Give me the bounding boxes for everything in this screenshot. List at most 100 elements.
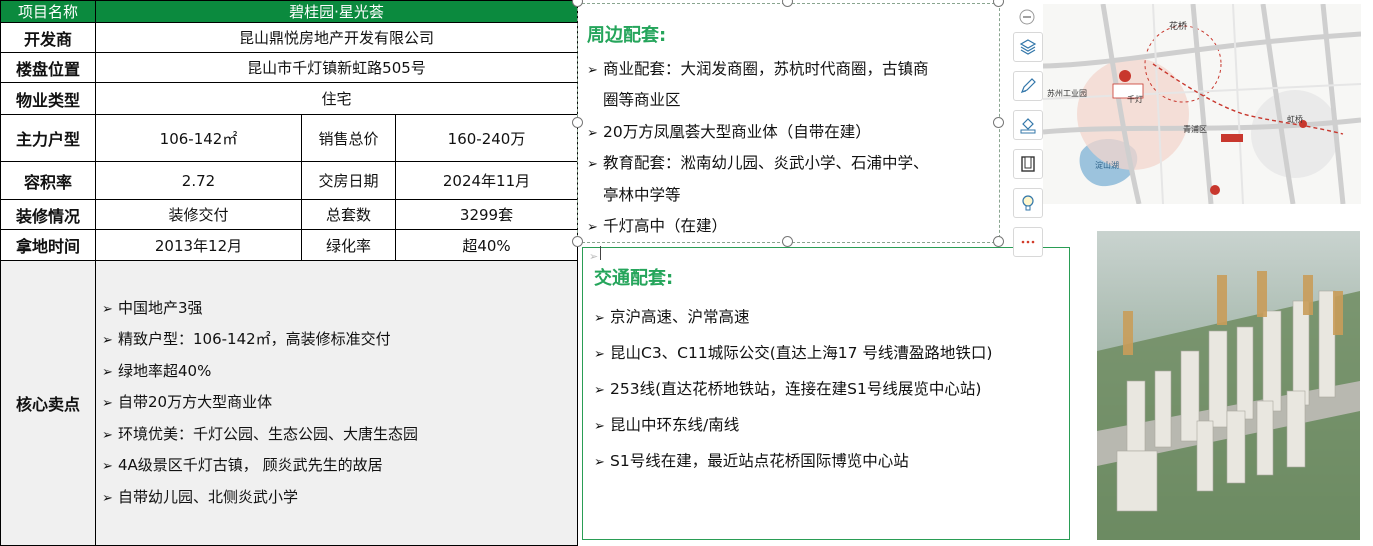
table-row: 楼盘位置 昆山市千灯镇新虹路505号 <box>0 52 578 83</box>
green-rate-value: 超40% <box>395 229 578 261</box>
list-item: 圈等商业区 <box>587 85 929 116</box>
far-value: 2.72 <box>95 161 302 200</box>
list-item: ➢ 昆山中环东线/南线 <box>594 407 992 443</box>
list-item-text: 中国地产3强 <box>118 298 203 317</box>
total-units-label: 总套数 <box>301 199 396 230</box>
table-row: 物业类型 住宅 <box>0 82 578 115</box>
list-item-text: 圈等商业区 <box>603 91 681 110</box>
location-value: 昆山市千灯镇新虹路505号 <box>95 52 578 83</box>
table-row: 项目名称 碧桂园·星光荟 <box>0 0 578 23</box>
resize-handle-bottom-left[interactable] <box>572 236 583 247</box>
pen-icon[interactable] <box>1013 71 1043 101</box>
total-price-value: 160-240万 <box>395 114 578 162</box>
property-type-label: 物业类型 <box>0 82 96 115</box>
map-graphic: 花桥 苏州工业园 千灯 青浦区 虹桥 淀山湖 <box>1043 4 1361 204</box>
map-label-suzhou-park: 苏州工业园 <box>1047 88 1087 98</box>
list-item: ➢ 253线(直达花桥地铁站，连接在建S1号线展览中心站) <box>594 371 992 407</box>
aerial-graphic <box>1097 231 1360 540</box>
list-item: ➢ S1号线在建，最近站点花桥国际博览中心站 <box>594 443 992 479</box>
zone-circle <box>1251 90 1339 178</box>
land-time-value: 2013年12月 <box>95 229 302 261</box>
list-item: ➢ 精致户型：106-142㎡，高装修标准交付 <box>102 324 573 356</box>
list-item-text: 精致户型：106-142㎡，高装修标准交付 <box>118 330 391 349</box>
map-label-hongqiao: 虹桥 <box>1287 114 1303 124</box>
traffic-textbox[interactable]: 交通配套: ➢ 京沪高速、沪常高速 ➢ 昆山C3、C11城际公交(直达上海17 号线漕… <box>582 247 1070 540</box>
property-type-value: 住宅 <box>95 82 578 115</box>
fill-icon[interactable] <box>1013 110 1043 140</box>
resize-handle-top-right[interactable] <box>993 0 1004 7</box>
selling-points-label: 核心卖点 <box>0 260 96 546</box>
developer-value: 昆山鼎悦房地产开发有限公司 <box>95 22 578 53</box>
list-item: ➢ 自带幼儿园、北侧炎武小学 <box>102 482 573 514</box>
list-item: ➢ 20万方凤凰荟大型商业体（自带在建） <box>587 117 929 148</box>
map-label-qiandeng: 千灯 <box>1127 94 1143 104</box>
list-item-text: 京沪高速、沪常高速 <box>610 308 750 326</box>
list-item-text: 商业配套：大润发商圈，苏杭时代商圈，古镇商 <box>603 60 929 78</box>
bullet-arrow-icon: ➢ <box>102 396 113 412</box>
layers-icon[interactable] <box>1013 32 1043 62</box>
table-row: 核心卖点 ➢ 中国地产3强 ➢ 精致户型：106-142㎡，高装修标准交付 ➢ 绿地率超4… <box>0 260 578 546</box>
total-price-label: 销售总价 <box>301 114 396 162</box>
map-label-dianshan-lake: 淀山湖 <box>1095 160 1119 170</box>
delivery-label: 交房日期 <box>301 161 396 200</box>
more-icon[interactable] <box>1013 227 1043 257</box>
list-item: ➢ 绿地率超40% <box>102 356 573 388</box>
traffic-list: ➢ 京沪高速、沪常高速 ➢ 昆山C3、C11城际公交(直达上海17 号线漕盈路地铁口)… <box>594 299 992 479</box>
bullet-arrow-icon: ➢ <box>102 427 113 443</box>
location-map-image: 花桥 苏州工业园 千灯 青浦区 虹桥 淀山湖 <box>1043 4 1361 204</box>
developer-label: 开发商 <box>0 22 96 53</box>
table-row: 主力户型 106-142㎡ 销售总价 160-240万 <box>0 114 578 162</box>
list-item: 亭林中学等 <box>587 180 929 211</box>
peripheral-textbox[interactable]: 周边配套: ➢ 商业配套：大润发商圈，苏杭时代商圈，古镇商 圈等商业区 ➢ 20万方凤凰… <box>577 3 1000 243</box>
table-row: 拿地时间 2013年12月 绿化率 超40% <box>0 229 578 261</box>
bullet-arrow-icon: ➢ <box>102 333 113 349</box>
lightbulb-icon[interactable] <box>1013 188 1043 218</box>
map-label-qingpu: 青浦区 <box>1183 124 1207 134</box>
list-item: ➢ 昆山C3、C11城际公交(直达上海17 号线漕盈路地铁口) <box>594 335 992 371</box>
traffic-title: 交通配套: <box>594 268 674 289</box>
total-units-value: 3299套 <box>395 199 578 230</box>
list-item-text: 教育配套：淞南幼儿园、炎武小学、石浦中学、 <box>603 154 929 173</box>
bullet-arrow-icon: ➢ <box>587 157 598 173</box>
bullet-arrow-icon: ➢ <box>102 459 113 475</box>
bullet-arrow-icon: ➢ <box>587 219 598 235</box>
resize-handle-bottom[interactable] <box>782 236 793 247</box>
list-item-text: 绿地率超40% <box>118 361 212 380</box>
list-item-text: 4A级景区千灯古镇， 顾炎武先生的故居 <box>118 456 383 475</box>
peripheral-title: 周边配套: <box>587 25 667 46</box>
table-row: 容积率 2.72 交房日期 2024年11月 <box>0 161 578 200</box>
selling-points-list: ➢ 中国地产3强 ➢ 精致户型：106-142㎡，高装修标准交付 ➢ 绿地率超40% ➢ 自带… <box>100 293 573 514</box>
resize-handle-bottom-right[interactable] <box>993 236 1004 247</box>
bullet-arrow-icon: ➢ <box>587 125 598 141</box>
bullet-arrow-icon: ➢ <box>594 311 605 326</box>
map-label-huaqiao: 花桥 <box>1169 20 1187 32</box>
project-name: 碧桂园·星光荟 <box>95 0 578 23</box>
list-item-text: 20万方凤凰荟大型商业体（自带在建） <box>603 122 871 141</box>
project-name-label: 项目名称 <box>0 0 96 23</box>
list-item-text: 昆山中环东线/南线 <box>610 416 740 434</box>
bullet-arrow-icon: ➢ <box>594 455 605 470</box>
bullet-arrow-icon: ➢ <box>102 490 113 506</box>
frame-icon[interactable] <box>1013 149 1043 179</box>
decoration-value: 装修交付 <box>95 199 302 230</box>
bullet-arrow-icon: ➢ <box>102 364 113 380</box>
delivery-value: 2024年11月 <box>395 161 578 200</box>
aerial-rendering-image <box>1097 231 1360 540</box>
decoration-label: 装修情况 <box>0 199 96 230</box>
list-item: ➢ 4A级景区千灯古镇， 顾炎武先生的故居 <box>102 450 573 482</box>
text-caret <box>600 246 601 260</box>
peripheral-list: ➢ 商业配套：大润发商圈，苏杭时代商圈，古镇商 圈等商业区 ➢ 20万方凤凰荟大型商业体… <box>587 54 929 242</box>
green-rate-label: 绿化率 <box>301 229 396 261</box>
list-item: ➢ 环境优美：千灯公园、生态公园、大唐生态园 <box>102 419 573 451</box>
resize-handle-left[interactable] <box>572 117 583 128</box>
cursor-icon: ➢ <box>589 250 599 263</box>
list-item-text: 千灯高中（在建） <box>603 216 728 235</box>
list-item: ➢ 千灯高中（在建） <box>587 211 929 242</box>
main-units-label: 主力户型 <box>0 114 96 162</box>
list-item-text: 自带幼儿园、北侧炎武小学 <box>118 487 299 506</box>
table-row: 装修情况 装修交付 总套数 3299套 <box>0 199 578 230</box>
list-item: ➢ 自带20万方大型商业体 <box>102 387 573 419</box>
selling-points-cell: ➢ 中国地产3强 ➢ 精致户型：106-142㎡，高装修标准交付 ➢ 绿地率超40% ➢ 自带… <box>95 260 578 546</box>
collapse-icon[interactable] <box>1013 3 1041 31</box>
resize-handle-right[interactable] <box>993 117 1004 128</box>
